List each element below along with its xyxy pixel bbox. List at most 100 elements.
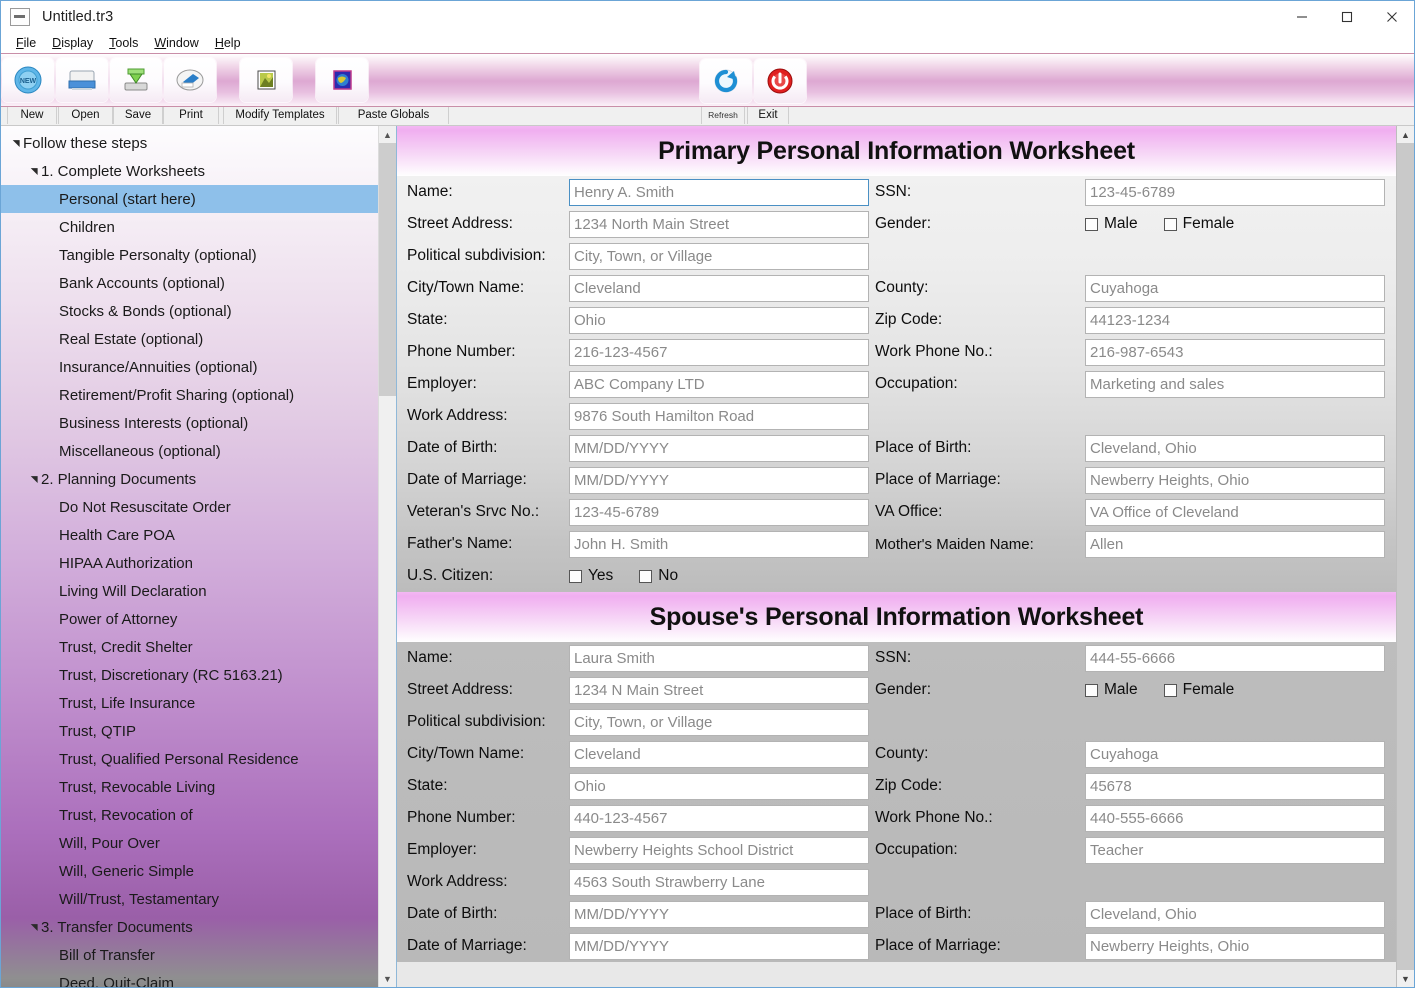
toolbar-caption-exit[interactable]: Exit: [747, 107, 789, 124]
toolbar-caption-refresh[interactable]: Refresh: [701, 107, 745, 124]
text-input[interactable]: MM/DD/YYYY: [569, 434, 869, 462]
exit-power-icon[interactable]: [754, 59, 806, 103]
text-input[interactable]: 44123-1234: [1085, 306, 1385, 334]
tree-expander-icon[interactable]: ◢: [11, 136, 22, 150]
worksheet-scroll-down-icon[interactable]: ▼: [1397, 970, 1414, 987]
toolbar-caption-modify-templates[interactable]: Modify Templates: [223, 107, 337, 124]
sidebar-item[interactable]: Will/Trust, Testamentary: [1, 885, 378, 913]
text-input[interactable]: Teacher: [1085, 836, 1385, 864]
toolbar-caption-paste-globals[interactable]: Paste Globals: [338, 107, 449, 124]
sidebar-item[interactable]: Trust, Revocation of: [1, 801, 378, 829]
sidebar-scrollbar[interactable]: ▲ ▼: [378, 126, 396, 987]
menu-item-file[interactable]: File: [8, 34, 44, 52]
sidebar-item[interactable]: HIPAA Authorization: [1, 549, 378, 577]
sidebar-item[interactable]: Living Will Declaration: [1, 577, 378, 605]
text-input[interactable]: Newberry Heights, Ohio: [1085, 466, 1385, 494]
sidebar-item[interactable]: Stocks & Bonds (optional): [1, 297, 378, 325]
sidebar-item[interactable]: ◢ 1. Complete Worksheets: [1, 157, 378, 185]
tree-expander-icon[interactable]: ◢: [29, 920, 40, 934]
text-input[interactable]: 9876 South Hamilton Road: [569, 402, 869, 430]
sidebar-item[interactable]: Will, Generic Simple: [1, 857, 378, 885]
text-input[interactable]: Laura Smith: [569, 644, 869, 672]
sidebar-item-selected[interactable]: Personal (start here): [1, 185, 378, 213]
text-input[interactable]: MM/DD/YYYY: [569, 900, 869, 928]
close-icon[interactable]: [1369, 1, 1414, 33]
sidebar-item[interactable]: Insurance/Annuities (optional): [1, 353, 378, 381]
text-input[interactable]: 444-55-6666: [1085, 644, 1385, 672]
text-input[interactable]: City, Town, or Village: [569, 708, 869, 736]
text-input[interactable]: Cleveland, Ohio: [1085, 900, 1385, 928]
sidebar-item[interactable]: Trust, Qualified Personal Residence: [1, 745, 378, 773]
text-input[interactable]: MM/DD/YYYY: [569, 932, 869, 960]
text-input[interactable]: Allen: [1085, 530, 1385, 558]
checkbox-female[interactable]: [1163, 217, 1177, 231]
text-input[interactable]: Cleveland, Ohio: [1085, 434, 1385, 462]
sidebar-item[interactable]: Children: [1, 213, 378, 241]
sidebar-item[interactable]: ◢ 2. Planning Documents: [1, 465, 378, 493]
text-input[interactable]: 1234 North Main Street: [569, 210, 869, 238]
sidebar-item[interactable]: Deed, Quit-Claim: [1, 969, 378, 988]
menu-item-display[interactable]: Display: [44, 34, 101, 52]
text-input[interactable]: 440-123-4567: [569, 804, 869, 832]
worksheet-scrollbar[interactable]: ▲ ▼: [1396, 126, 1414, 987]
modify-templates-icon[interactable]: [240, 58, 292, 102]
text-input[interactable]: Cuyahoga: [1085, 274, 1385, 302]
text-input[interactable]: Henry A. Smith: [569, 178, 869, 206]
text-input[interactable]: Ohio: [569, 772, 869, 800]
sidebar-item[interactable]: Health Care POA: [1, 521, 378, 549]
text-input[interactable]: Newberry Heights, Ohio: [1085, 932, 1385, 960]
sidebar-item[interactable]: Bill of Transfer: [1, 941, 378, 969]
sidebar-item[interactable]: Trust, Life Insurance: [1, 689, 378, 717]
text-input[interactable]: City, Town, or Village: [569, 242, 869, 270]
text-input[interactable]: Ohio: [569, 306, 869, 334]
sidebar-item[interactable]: Trust, Discretionary (RC 5163.21): [1, 661, 378, 689]
text-input[interactable]: Cleveland: [569, 274, 869, 302]
sidebar-item[interactable]: Miscellaneous (optional): [1, 437, 378, 465]
printer-icon[interactable]: [164, 58, 216, 102]
save-disk-icon[interactable]: [110, 58, 162, 102]
text-input[interactable]: 123-45-6789: [1085, 178, 1385, 206]
refresh-icon[interactable]: [700, 59, 752, 103]
checkbox-no[interactable]: [639, 569, 653, 583]
sidebar-item[interactable]: Trust, QTIP: [1, 717, 378, 745]
toolbar-caption-save[interactable]: Save: [113, 107, 163, 124]
sidebar-item[interactable]: Real Estate (optional): [1, 325, 378, 353]
sidebar-item[interactable]: Bank Accounts (optional): [1, 269, 378, 297]
checkbox-male[interactable]: [1085, 217, 1098, 231]
steps-tree[interactable]: ◢ Follow these steps ◢ 1. Complete Workshee…: [1, 126, 378, 987]
text-input[interactable]: MM/DD/YYYY: [569, 466, 869, 494]
sidebar-item[interactable]: ◢ 3. Transfer Documents: [1, 913, 378, 941]
text-input[interactable]: 4563 South Strawberry Lane: [569, 868, 869, 896]
checkbox-yes[interactable]: [569, 569, 582, 583]
menu-item-help[interactable]: Help: [207, 34, 249, 52]
maximize-icon[interactable]: [1324, 1, 1369, 33]
text-input[interactable]: Marketing and sales: [1085, 370, 1385, 398]
scroll-up-icon[interactable]: ▲: [379, 126, 396, 143]
new-document-icon[interactable]: NEW: [2, 58, 54, 102]
text-input[interactable]: 123-45-6789: [569, 498, 869, 526]
open-folder-icon[interactable]: [56, 58, 108, 102]
sidebar-item[interactable]: Trust, Credit Shelter: [1, 633, 378, 661]
text-input[interactable]: 216-123-4567: [569, 338, 869, 366]
sidebar-item[interactable]: ◢ Follow these steps: [1, 129, 378, 157]
text-input[interactable]: 440-555-6666: [1085, 804, 1385, 832]
toolbar-caption-new[interactable]: New: [7, 107, 57, 124]
text-input[interactable]: Cleveland: [569, 740, 869, 768]
text-input[interactable]: 216-987-6543: [1085, 338, 1385, 366]
checkbox-male[interactable]: [1085, 683, 1098, 697]
tree-expander-icon[interactable]: ◢: [29, 164, 40, 178]
text-input[interactable]: Newberry Heights School District: [569, 836, 869, 864]
paste-globals-icon[interactable]: [316, 58, 368, 102]
toolbar-caption-open[interactable]: Open: [58, 107, 113, 124]
text-input[interactable]: ABC Company LTD: [569, 370, 869, 398]
menu-item-window[interactable]: Window: [146, 34, 206, 52]
tree-expander-icon[interactable]: ◢: [29, 472, 40, 486]
sidebar-item[interactable]: Trust, Revocable Living: [1, 773, 378, 801]
text-input[interactable]: 1234 N Main Street: [569, 676, 869, 704]
text-input[interactable]: VA Office of Cleveland: [1085, 498, 1385, 526]
text-input[interactable]: Cuyahoga: [1085, 740, 1385, 768]
worksheet-scroll-up-icon[interactable]: ▲: [1397, 126, 1414, 143]
sidebar-item[interactable]: Power of Attorney: [1, 605, 378, 633]
text-input[interactable]: 45678: [1085, 772, 1385, 800]
toolbar-caption-print[interactable]: Print: [163, 107, 219, 124]
